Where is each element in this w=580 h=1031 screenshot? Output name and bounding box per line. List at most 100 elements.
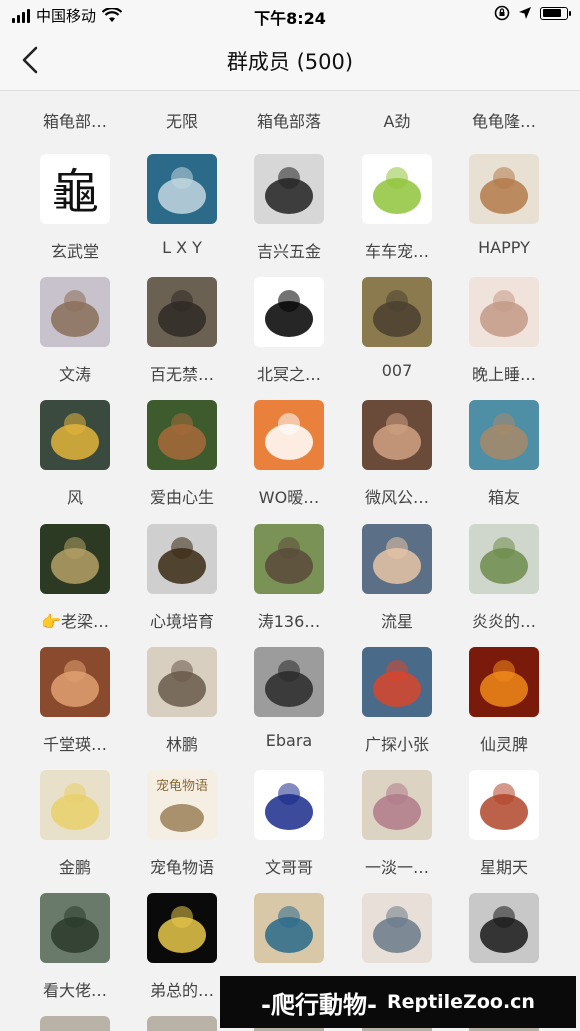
member-item[interactable]: 炎炎的… bbox=[450, 524, 558, 632]
member-avatar bbox=[469, 647, 539, 717]
member-name: 百无禁… bbox=[149, 365, 214, 384]
member-item[interactable]: A劲 bbox=[343, 108, 451, 132]
member-avatar bbox=[469, 400, 539, 470]
member-avatar bbox=[254, 893, 324, 963]
member-avatar bbox=[362, 770, 432, 840]
member-item[interactable]: 千堂瑛… bbox=[21, 647, 129, 755]
member-name: WO暧… bbox=[258, 488, 320, 507]
member-item[interactable]: 箱龟部… bbox=[21, 108, 129, 132]
member-item[interactable] bbox=[450, 893, 558, 977]
member-avatar bbox=[362, 277, 432, 347]
member-item[interactable]: 北冥之… bbox=[235, 277, 343, 385]
member-name: 车车宠… bbox=[364, 242, 429, 261]
member-avatar bbox=[254, 400, 324, 470]
member-avatar bbox=[254, 277, 324, 347]
member-item[interactable]: 爱由心生 bbox=[128, 400, 236, 508]
member-avatar bbox=[362, 154, 432, 224]
member-name: 龟龟隆… bbox=[471, 112, 536, 131]
member-name: 箱友 bbox=[487, 488, 520, 507]
member-name: 宠龟物语 bbox=[149, 858, 214, 877]
member-name: 金鹏 bbox=[58, 858, 91, 877]
member-item[interactable]: WO暧… bbox=[235, 400, 343, 508]
member-item[interactable] bbox=[343, 893, 451, 977]
member-name: A劲 bbox=[383, 112, 411, 131]
member-item[interactable]: 宠龟物语 宠龟物语 bbox=[128, 770, 236, 878]
member-avatar bbox=[254, 647, 324, 717]
member-item[interactable]: 涛136… bbox=[235, 524, 343, 632]
watermark-english: ReptileZoo.cn bbox=[386, 991, 535, 1013]
member-item[interactable]: 流星 bbox=[343, 524, 451, 632]
member-avatar bbox=[147, 154, 217, 224]
member-item[interactable]: 文哥哥 bbox=[235, 770, 343, 878]
member-avatar bbox=[147, 647, 217, 717]
member-name: 涛136… bbox=[257, 612, 321, 631]
member-name: 风 bbox=[66, 488, 83, 507]
member-name: 一淡一… bbox=[364, 858, 429, 877]
member-item[interactable]: Ebara bbox=[235, 647, 343, 750]
member-name: 炎炎的… bbox=[471, 612, 536, 631]
watermark-chinese: -爬行動物- bbox=[261, 990, 377, 1019]
member-item[interactable]: 文涛 bbox=[21, 277, 129, 385]
member-item[interactable]: 007 bbox=[343, 277, 451, 380]
member-avatar bbox=[40, 770, 110, 840]
member-name: 文哥哥 bbox=[264, 858, 313, 877]
member-item[interactable]: 无限 bbox=[128, 108, 236, 132]
member-avatar: 宠龟物语 bbox=[147, 770, 217, 840]
member-name: 无限 bbox=[165, 112, 198, 131]
member-name: L X Y bbox=[162, 238, 202, 257]
member-avatar bbox=[147, 524, 217, 594]
member-item[interactable]: 箱友 bbox=[450, 400, 558, 508]
member-name: 心境培育 bbox=[149, 612, 214, 631]
member-name: 007 bbox=[381, 361, 413, 380]
member-item[interactable]: 星期天 bbox=[450, 770, 558, 878]
member-name: 玄武堂 bbox=[50, 242, 99, 261]
member-avatar bbox=[40, 647, 110, 717]
member-item[interactable]: 仙灵脾 bbox=[450, 647, 558, 755]
member-item[interactable] bbox=[235, 893, 343, 977]
member-name: HAPPY bbox=[478, 238, 530, 257]
member-avatar bbox=[362, 400, 432, 470]
svg-text:宠龟物语: 宠龟物语 bbox=[156, 778, 208, 794]
member-avatar bbox=[362, 647, 432, 717]
member-name: 仙灵脾 bbox=[479, 735, 528, 754]
member-item[interactable]: 箱龟部落 bbox=[235, 108, 343, 132]
member-item[interactable]: 晚上睡… bbox=[450, 277, 558, 385]
member-name: 箱龟部落 bbox=[256, 112, 321, 131]
member-item[interactable]: 风 bbox=[21, 400, 129, 508]
member-avatar bbox=[254, 524, 324, 594]
member-item[interactable]: 龟龟隆… bbox=[450, 108, 558, 132]
member-avatar bbox=[469, 277, 539, 347]
member-name: 流星 bbox=[380, 612, 413, 631]
member-item[interactable]: 看大佬… bbox=[21, 893, 129, 1001]
member-item[interactable]: 👉老梁… bbox=[21, 524, 129, 632]
member-item[interactable]: 林鹏 bbox=[128, 647, 236, 755]
member-avatar bbox=[469, 154, 539, 224]
member-avatar bbox=[469, 524, 539, 594]
member-item[interactable]: 广探小张 bbox=[343, 647, 451, 755]
member-name: 吉兴五金 bbox=[256, 242, 321, 261]
member-name: Ebara bbox=[265, 731, 313, 750]
member-name: 北冥之… bbox=[256, 365, 321, 384]
member-avatar bbox=[40, 400, 110, 470]
member-avatar bbox=[40, 277, 110, 347]
member-avatar bbox=[254, 770, 324, 840]
member-item[interactable]: 车车宠… bbox=[343, 154, 451, 262]
member-item[interactable]: 一淡一… bbox=[343, 770, 451, 878]
member-avatar bbox=[147, 893, 217, 963]
member-item[interactable]: 心境培育 bbox=[128, 524, 236, 632]
member-name: 星期天 bbox=[479, 858, 528, 877]
member-item[interactable]: 微风公… bbox=[343, 400, 451, 508]
member-item[interactable]: HAPPY bbox=[450, 154, 558, 257]
member-name: 微风公… bbox=[364, 488, 429, 507]
member-item[interactable]: 龜玄武堂 bbox=[21, 154, 129, 262]
member-name: 看大佬… bbox=[42, 981, 107, 1000]
member-item[interactable]: 金鹏 bbox=[21, 770, 129, 878]
member-item[interactable]: 吉兴五金 bbox=[235, 154, 343, 262]
member-avatar bbox=[147, 400, 217, 470]
member-avatar bbox=[362, 524, 432, 594]
member-avatar bbox=[254, 154, 324, 224]
member-name: 文涛 bbox=[58, 365, 91, 384]
member-avatar-partial bbox=[147, 1016, 217, 1031]
member-item[interactable]: L X Y bbox=[128, 154, 236, 257]
member-item[interactable]: 百无禁… bbox=[128, 277, 236, 385]
